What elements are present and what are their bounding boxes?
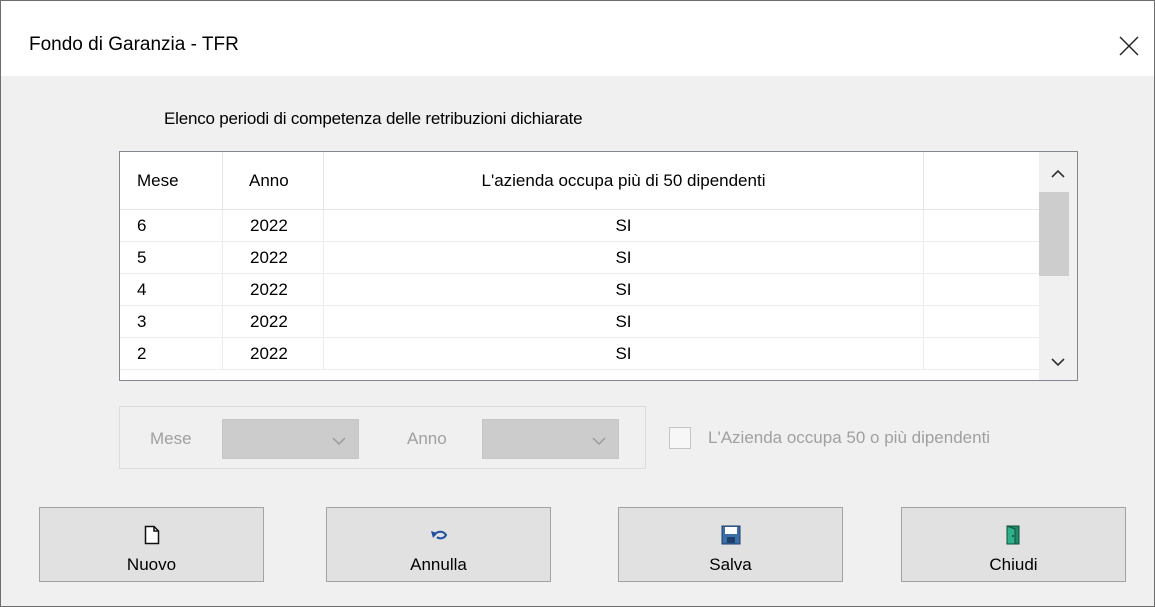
salva-button[interactable]: Salva [618, 507, 843, 582]
periods-grid[interactable]: Mese Anno L'azienda occupa più di 50 dip… [119, 151, 1078, 381]
list-caption: Elenco periodi di competenza delle retri… [164, 109, 583, 128]
table-row[interactable]: 3 2022 SI [120, 306, 1040, 338]
title-bar: Fondo di Garanzia - TFR [1, 1, 1154, 76]
table-row[interactable]: 2 2022 SI [120, 338, 1040, 370]
cell-azienda: SI [324, 338, 924, 369]
scroll-thumb[interactable] [1039, 192, 1069, 276]
cell-mese: 4 [120, 274, 223, 305]
cell-azienda: SI [324, 210, 924, 241]
chevron-up-icon [1051, 169, 1065, 178]
annulla-label: Annulla [410, 555, 467, 574]
cell-anno: 2022 [223, 306, 324, 337]
exit-door-icon [1005, 524, 1023, 546]
mese-label: Mese [150, 429, 192, 448]
filter-group: Mese Anno [119, 406, 646, 469]
cell-mese: 6 [120, 210, 223, 241]
grid-rows: 6 2022 SI 5 2022 SI 4 2022 SI 3 2022 SI [120, 210, 1040, 370]
chevron-down-icon [592, 437, 606, 445]
cell-anno: 2022 [223, 242, 324, 273]
column-header-extra[interactable] [924, 152, 1040, 210]
save-icon [721, 524, 741, 546]
table-row[interactable]: 5 2022 SI [120, 242, 1040, 274]
close-button[interactable] [1104, 23, 1154, 69]
nuovo-label: Nuovo [126, 555, 177, 574]
column-header-anno[interactable]: Anno [223, 152, 324, 210]
table-row[interactable]: 6 2022 SI [120, 210, 1040, 242]
cell-extra [924, 274, 1040, 305]
cell-azienda: SI [324, 306, 924, 337]
cell-extra [924, 242, 1040, 273]
vertical-scrollbar[interactable] [1039, 152, 1077, 380]
chiudi-label: Chiudi [989, 555, 1038, 574]
cell-extra [924, 210, 1040, 241]
anno-label: Anno [407, 429, 447, 448]
table-row[interactable]: 4 2022 SI [120, 274, 1040, 306]
anno-combobox[interactable] [482, 419, 619, 459]
cell-mese: 3 [120, 306, 223, 337]
azienda-checkbox-label: L'Azienda occupa 50 o più dipendenti [708, 428, 991, 447]
cell-extra [924, 338, 1040, 369]
cell-anno: 2022 [223, 210, 324, 241]
azienda-checkbox-group: L'Azienda occupa 50 o più dipendenti [669, 427, 990, 449]
chiudi-button[interactable]: Chiudi [901, 507, 1126, 582]
column-header-azienda[interactable]: L'azienda occupa più di 50 dipendenti [324, 152, 924, 210]
salva-label: Salva [709, 555, 752, 574]
scroll-up-button[interactable] [1039, 156, 1077, 192]
chevron-down-icon [1051, 358, 1065, 367]
mese-combobox[interactable] [222, 419, 359, 459]
cell-azienda: SI [324, 274, 924, 305]
cell-mese: 5 [120, 242, 223, 273]
column-header-mese[interactable]: Mese [120, 152, 223, 210]
cell-azienda: SI [324, 242, 924, 273]
close-icon [1119, 36, 1139, 56]
cell-mese: 2 [120, 338, 223, 369]
grid-header: Mese Anno L'azienda occupa più di 50 dip… [120, 152, 1040, 210]
dialog-window: Fondo di Garanzia - TFR Elenco periodi d… [0, 0, 1155, 607]
scroll-down-button[interactable] [1039, 344, 1077, 380]
azienda-checkbox[interactable] [669, 427, 691, 449]
cell-anno: 2022 [223, 274, 324, 305]
nuovo-button[interactable]: Nuovo [39, 507, 264, 582]
chevron-down-icon [332, 437, 346, 445]
window-title: Fondo di Garanzia - TFR [29, 34, 239, 55]
annulla-button[interactable]: Annulla [326, 507, 551, 582]
new-document-icon [144, 524, 160, 546]
undo-icon [429, 524, 449, 546]
cell-anno: 2022 [223, 338, 324, 369]
cell-extra [924, 306, 1040, 337]
